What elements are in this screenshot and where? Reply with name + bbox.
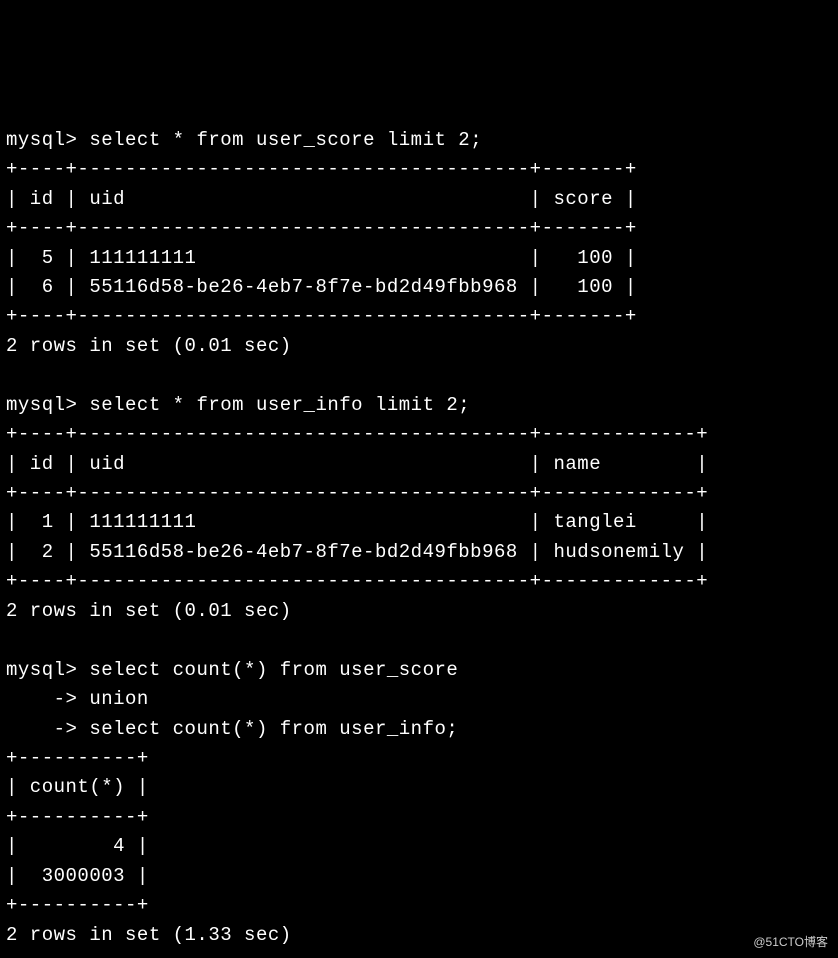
- table-border-bot: +----+----------------------------------…: [6, 305, 637, 327]
- table-row: | 2 | 55116d58-be26-4eb7-8f7e-bd2d49fbb9…: [6, 541, 708, 563]
- table-row: | 3000003 |: [6, 865, 149, 887]
- result-footer: 2 rows in set (0.01 sec): [6, 600, 292, 622]
- mysql-continuation: ->: [6, 688, 77, 710]
- sql-query: select count(*) from user_info;: [89, 718, 458, 740]
- table-border-top: +----------+: [6, 747, 149, 769]
- mysql-prompt: mysql>: [6, 394, 77, 416]
- terminal-line: mysql> select * from user_score limit 2;: [6, 129, 482, 151]
- terminal-line: -> union: [6, 688, 149, 710]
- sql-query: select * from user_score limit 2;: [89, 129, 482, 151]
- table-row: | 4 |: [6, 835, 149, 857]
- table-row: | 5 | 111111111 | 100 |: [6, 247, 637, 269]
- terminal-line: mysql> select count(*) from user_score: [6, 659, 458, 681]
- sql-query: union: [89, 688, 149, 710]
- terminal-line: -> select count(*) from user_info;: [6, 718, 458, 740]
- result-footer: 2 rows in set (1.33 sec): [6, 924, 292, 946]
- table-border-top: +----+----------------------------------…: [6, 158, 637, 180]
- table-border-bot: +----------+: [6, 894, 149, 916]
- sql-query: select * from user_info limit 2;: [89, 394, 470, 416]
- mysql-continuation: ->: [6, 718, 77, 740]
- table-header: | count(*) |: [6, 776, 149, 798]
- table-border-bot: +----+----------------------------------…: [6, 570, 708, 592]
- table-row: | 6 | 55116d58-be26-4eb7-8f7e-bd2d49fbb9…: [6, 276, 637, 298]
- table-border-mid: +----------+: [6, 806, 149, 828]
- watermark: @51CTO博客: [753, 933, 828, 952]
- sql-query: select count(*) from user_score: [89, 659, 458, 681]
- table-border-mid: +----+----------------------------------…: [6, 482, 708, 504]
- mysql-prompt: mysql>: [6, 129, 77, 151]
- table-border-mid: +----+----------------------------------…: [6, 217, 637, 239]
- table-row: | 1 | 111111111 | tanglei |: [6, 511, 708, 533]
- mysql-prompt: mysql>: [6, 659, 77, 681]
- result-footer: 2 rows in set (0.01 sec): [6, 335, 292, 357]
- table-header: | id | uid | name |: [6, 453, 708, 475]
- table-header: | id | uid | score |: [6, 188, 637, 210]
- table-border-top: +----+----------------------------------…: [6, 423, 708, 445]
- terminal-line: mysql> select * from user_info limit 2;: [6, 394, 470, 416]
